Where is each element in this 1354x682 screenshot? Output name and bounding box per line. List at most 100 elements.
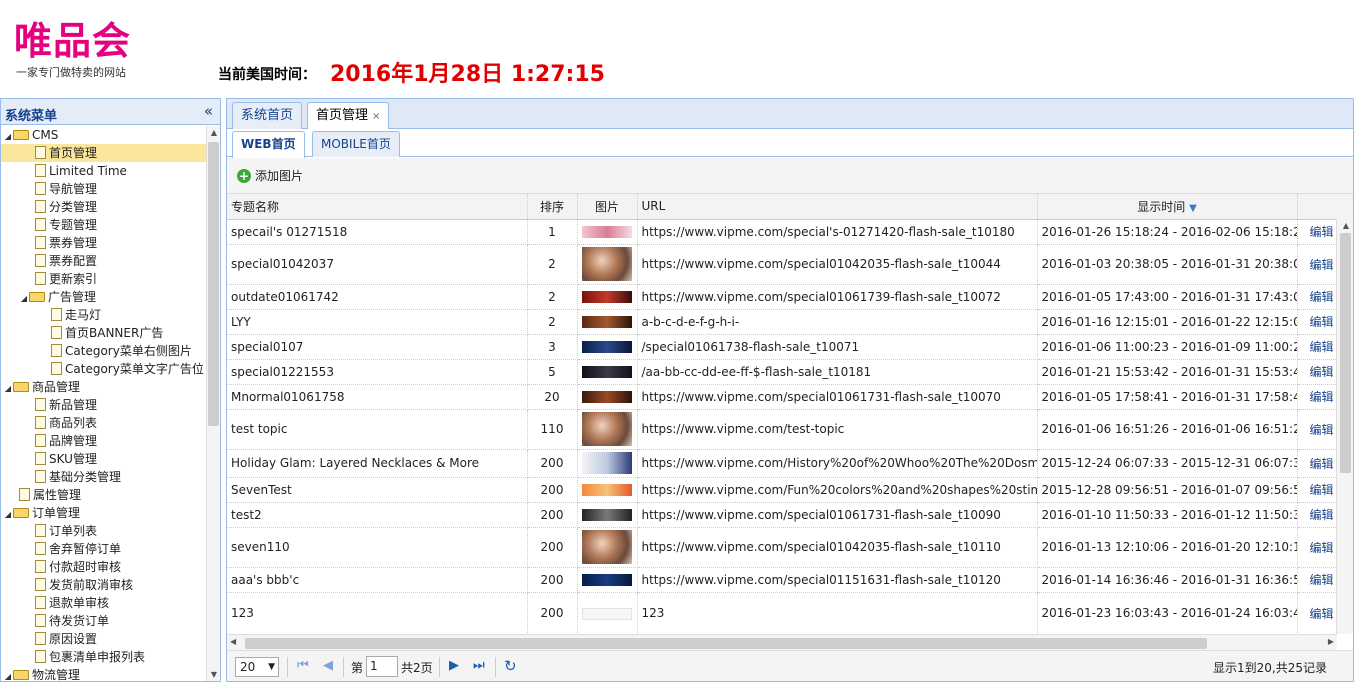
document-icon (35, 596, 46, 609)
sidebar-item[interactable]: 首页BANNER广告 (1, 324, 207, 342)
sidebar-item[interactable]: 舍弃暂停订单 (1, 540, 207, 558)
sort-desc-icon[interactable]: ▼ (1189, 203, 1197, 214)
topic-thumbnail-image (582, 530, 632, 564)
table-row[interactable]: SevenTest 200 https://www.vipme.com/Fun%20… (227, 477, 1353, 503)
table-row[interactable]: special0107 3/special01061738-flash-sale_… (227, 334, 1353, 360)
last-page-icon[interactable]: ⏭ (473, 658, 485, 673)
column-header-topic-name[interactable]: 专题名称 (227, 194, 528, 220)
sidebar-item[interactable]: ◢ 物流管理 (1, 666, 207, 681)
sidebar-item[interactable]: 包裹清单申报列表 (1, 648, 207, 666)
sidebar-item[interactable]: Limited Time (1, 162, 207, 180)
sidebar-item[interactable]: 原因设置 (1, 630, 207, 648)
sidebar-item[interactable]: 更新索引 (1, 270, 207, 288)
sidebar-item[interactable]: 首页管理 (1, 144, 207, 162)
page-size-select[interactable]: 20 ▼ (235, 657, 279, 677)
sidebar-item-label: 待发货订单 (49, 614, 110, 628)
column-header-url[interactable]: URL (637, 194, 1038, 220)
grid-vertical-scroll-thumb[interactable] (1340, 233, 1351, 473)
table-row[interactable]: Holiday Glam: Layered Necklaces & More 20… (227, 449, 1353, 478)
table-row[interactable]: test2 200 https://www.vipme.com/special010… (227, 502, 1353, 528)
table-row[interactable]: special01042037 2 https://www.vipme.com/sp… (227, 244, 1353, 285)
tab-web-homepage[interactable]: WEB首页 (232, 131, 305, 158)
sidebar-item[interactable]: SKU管理 (1, 450, 207, 468)
url-cell: https://www.vipme.com/special01061731-fl… (637, 502, 1038, 528)
add-image-button[interactable]: + 添加图片 (237, 167, 303, 184)
sidebar-item-label: CMS (32, 128, 59, 142)
topic-name-cell: Mnormal01061758 (227, 384, 528, 410)
sidebar-item-label: 更新索引 (49, 272, 98, 286)
system-menu-header: 系统菜单 « (1, 99, 220, 125)
image-cell (577, 284, 638, 310)
sidebar-item[interactable]: ◢ CMS (1, 126, 207, 144)
sidebar-item[interactable]: 基础分类管理 (1, 468, 207, 486)
sidebar-item[interactable]: Category菜单右侧图片 (1, 342, 207, 360)
first-page-icon[interactable]: ⏮ (297, 658, 309, 673)
refresh-icon[interactable]: ↻ (504, 657, 517, 675)
display-time-cell: 2016-01-21 15:53:42 - 2016-01-31 15:53:4… (1037, 359, 1298, 385)
document-icon (35, 650, 46, 663)
sidebar-item[interactable]: 商品列表 (1, 414, 207, 432)
folder-icon (29, 292, 45, 302)
sidebar-item[interactable]: 待发货订单 (1, 612, 207, 630)
menu-tree-scroll-thumb[interactable] (208, 142, 219, 426)
scroll-up-icon[interactable]: ▲ (207, 128, 221, 137)
table-row[interactable]: special01221553 5/aa-bb-cc-dd-ee-ff-$-fla… (227, 359, 1353, 385)
grid-horizontal-scrollbar[interactable]: ◀ ▶ (227, 634, 1337, 650)
sidebar-item[interactable]: 票券管理 (1, 234, 207, 252)
sidebar-item[interactable]: ◢ 商品管理 (1, 378, 207, 396)
column-header-actions (1297, 194, 1353, 220)
tab-system-home[interactable]: 系统首页 (232, 102, 303, 129)
table-row[interactable]: Mnormal01061758 20 https://www.vipme.com/s… (227, 384, 1353, 410)
scroll-down-icon[interactable]: ▼ (207, 670, 221, 679)
folder-icon (13, 382, 29, 392)
topic-thumbnail-image (582, 574, 632, 586)
sidebar-item[interactable]: ◢ 广告管理 (1, 288, 207, 306)
sidebar-item[interactable]: 退款单审核 (1, 594, 207, 612)
tab-mobile-homepage[interactable]: MOBILE首页 (312, 131, 400, 157)
sidebar-item[interactable]: 发货前取消审核 (1, 576, 207, 594)
table-row[interactable]: outdate01061742 2 https://www.vipme.com/sp… (227, 284, 1353, 310)
image-cell (577, 477, 638, 503)
table-row[interactable]: seven110 200 https://www.vipme.com/special… (227, 527, 1353, 568)
page-number-input[interactable]: 1 (366, 656, 398, 677)
sidebar-item[interactable]: ◢ 订单管理 (1, 504, 207, 522)
column-header-rank[interactable]: 排序 (527, 194, 578, 220)
site-logo[interactable]: 唯品会 (14, 20, 131, 62)
grid-vertical-scrollbar[interactable]: ▲ (1336, 219, 1353, 634)
scroll-left-icon[interactable]: ◀ (230, 637, 236, 646)
sidebar-item[interactable]: Category菜单文字广告位 (1, 360, 207, 378)
grid-horizontal-scroll-thumb[interactable] (245, 638, 1207, 649)
column-header-image[interactable]: 图片 (577, 194, 638, 220)
table-row[interactable]: LYY 2 a-b-c-d-e-f-g-h-i- 2016-01-16 12:15:0… (227, 309, 1353, 335)
sidebar-item[interactable]: 属性管理 (1, 486, 207, 504)
sidebar-item-label: 票券配置 (49, 254, 98, 268)
collapse-icon[interactable]: « (204, 102, 213, 120)
pagination-bar: 20 ▼ ⏮ ◀ 第 1 共2页 ▶ ⏭ ↻ 显示1到20,共25记录 (227, 650, 1353, 681)
tab-homepage-management[interactable]: 首页管理 × (307, 102, 390, 130)
sidebar-item[interactable]: 付款超时审核 (1, 558, 207, 576)
sidebar-item-label: Category菜单右侧图片 (65, 344, 192, 358)
next-page-icon[interactable]: ▶ (449, 658, 459, 673)
table-row[interactable]: test topic 110 https://www.vipme.com/test-… (227, 409, 1353, 450)
tab-label: 系统首页 (241, 108, 294, 123)
menu-tree-scrollbar[interactable]: ▲ ▼ (206, 126, 220, 681)
sidebar-item[interactable]: 订单列表 (1, 522, 207, 540)
sidebar-item[interactable]: 品牌管理 (1, 432, 207, 450)
table-row[interactable]: 123 200 123 2016-01-23 16:03:43 - 2016-01-2… (227, 592, 1353, 634)
scroll-right-icon[interactable]: ▶ (1328, 637, 1334, 646)
sidebar-item-label: 退款单审核 (49, 596, 110, 610)
column-header-display-time[interactable]: 显示时间 ▼ (1037, 194, 1298, 220)
expand-toggle-icon[interactable]: ◢ (3, 668, 13, 681)
sidebar-item[interactable]: 票券配置 (1, 252, 207, 270)
prev-page-icon[interactable]: ◀ (323, 658, 333, 673)
sidebar-item[interactable]: 走马灯 (1, 306, 207, 324)
sidebar-item[interactable]: 专题管理 (1, 216, 207, 234)
close-icon[interactable]: × (372, 111, 380, 122)
sidebar-item-label: 原因设置 (49, 632, 98, 646)
sidebar-item[interactable]: 导航管理 (1, 180, 207, 198)
table-row[interactable]: specail's 01271518 1 https://www.vipme.com… (227, 219, 1353, 245)
sidebar-item[interactable]: 新品管理 (1, 396, 207, 414)
scroll-up-icon[interactable]: ▲ (1339, 221, 1353, 230)
sidebar-item[interactable]: 分类管理 (1, 198, 207, 216)
table-row[interactable]: aaa's bbb'c 200 https://www.vipme.com/spec… (227, 567, 1353, 593)
